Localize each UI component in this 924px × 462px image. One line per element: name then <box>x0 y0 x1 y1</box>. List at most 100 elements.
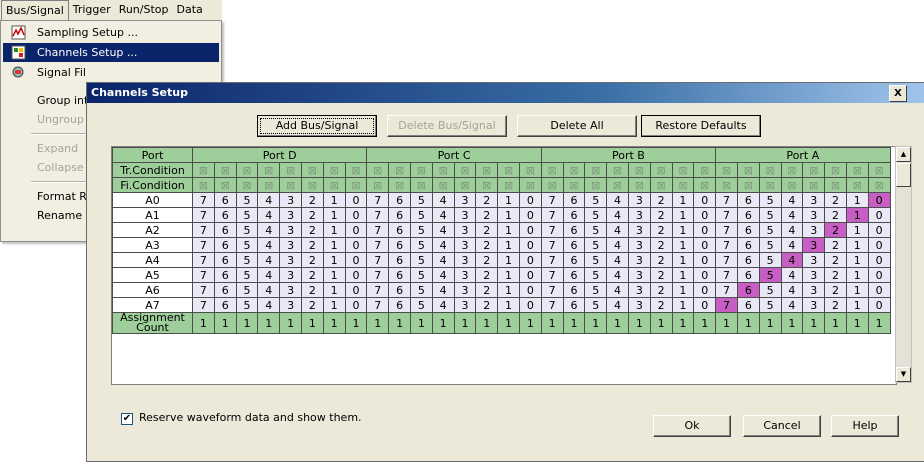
condition-cell[interactable]: ⊠ <box>453 177 477 193</box>
bit-cell[interactable]: 0 <box>693 282 717 298</box>
scroll-up-icon[interactable]: ▲ <box>896 147 911 162</box>
condition-cell[interactable]: ⊠ <box>300 177 324 193</box>
condition-cell[interactable]: ⊠ <box>192 177 215 193</box>
condition-cell[interactable]: ⊠ <box>693 177 717 193</box>
menu-run-stop[interactable]: Run/Stop <box>115 0 173 20</box>
condition-cell[interactable]: ⊠ <box>867 177 891 193</box>
ok-button[interactable]: Ok <box>653 415 731 437</box>
condition-cell[interactable]: ⊠ <box>366 177 390 193</box>
condition-cell[interactable]: ⊠ <box>192 162 215 178</box>
bit-cell[interactable]: 6 <box>562 237 586 253</box>
bit-cell[interactable]: 3 <box>802 207 826 223</box>
bit-cell[interactable]: 4 <box>780 297 804 313</box>
bit-cell[interactable]: 4 <box>431 222 455 238</box>
bit-cell[interactable]: 6 <box>736 267 760 283</box>
bit-cell[interactable]: 7 <box>366 297 390 313</box>
bit-cell[interactable]: 2 <box>300 192 324 208</box>
bit-cell[interactable]: 5 <box>235 237 259 253</box>
bit-cell[interactable]: 7 <box>540 207 564 223</box>
bit-cell[interactable]: 0 <box>693 222 717 238</box>
bit-cell[interactable]: 4 <box>257 252 281 268</box>
condition-cell[interactable]: ⊠ <box>213 177 237 193</box>
bit-cell[interactable]: 6 <box>736 297 760 313</box>
signal-name[interactable]: A5 <box>112 267 193 283</box>
bit-cell[interactable]: 0 <box>344 192 368 208</box>
bit-cell[interactable]: 4 <box>780 282 804 298</box>
bit-cell[interactable]: 5 <box>235 297 259 313</box>
bit-cell[interactable]: 6 <box>213 297 237 313</box>
bit-cell[interactable]: 6 <box>736 222 760 238</box>
condition-cell[interactable]: ⊠ <box>845 162 869 178</box>
bit-cell[interactable]: 5 <box>758 252 782 268</box>
bit-cell[interactable]: 1 <box>671 237 695 253</box>
condition-cell[interactable]: ⊠ <box>213 162 237 178</box>
bit-cell[interactable]: 4 <box>431 297 455 313</box>
condition-cell[interactable]: ⊠ <box>431 177 455 193</box>
bit-cell[interactable]: 1 <box>497 252 520 268</box>
bit-cell[interactable]: 2 <box>824 237 847 253</box>
delete-bus-signal-button[interactable]: Delete Bus/Signal <box>387 115 507 137</box>
bit-cell[interactable]: 6 <box>562 252 586 268</box>
bit-cell[interactable]: 6 <box>562 192 586 208</box>
bit-cell[interactable]: 4 <box>257 207 281 223</box>
bit-cell[interactable]: 0 <box>693 207 717 223</box>
condition-cell[interactable]: ⊠ <box>300 162 324 178</box>
bit-cell[interactable]: 0 <box>693 297 717 313</box>
bit-cell[interactable]: 3 <box>453 297 477 313</box>
condition-cell[interactable]: ⊠ <box>736 162 760 178</box>
bit-cell[interactable]: 4 <box>780 222 804 238</box>
bit-cell[interactable]: 2 <box>475 297 499 313</box>
bit-cell[interactable]: 3 <box>802 222 826 238</box>
bit-cell[interactable]: 6 <box>388 237 411 253</box>
condition-cell[interactable]: ⊠ <box>388 162 411 178</box>
condition-cell[interactable]: ⊠ <box>279 177 302 193</box>
bit-cell[interactable]: 0 <box>344 267 368 283</box>
bit-cell[interactable]: 7 <box>192 222 215 238</box>
bit-cell[interactable]: 7 <box>366 222 390 238</box>
condition-cell[interactable]: ⊠ <box>715 177 738 193</box>
bit-cell[interactable]: 7 <box>715 297 738 313</box>
bit-cell[interactable]: 1 <box>845 222 869 238</box>
bit-cell[interactable]: 7 <box>192 252 215 268</box>
menu-item-sampling-setup[interactable]: Sampling Setup ... <box>3 23 219 42</box>
bit-cell[interactable]: 0 <box>867 267 891 283</box>
bit-cell[interactable]: 0 <box>344 207 368 223</box>
reserve-waveform-checkbox[interactable]: ✔ <box>121 413 133 425</box>
bit-cell[interactable]: 6 <box>388 297 411 313</box>
bit-cell[interactable]: 4 <box>780 267 804 283</box>
channels-grid[interactable]: Port Port D Port C Port B Port A Tr.Condition… <box>111 146 897 385</box>
bit-cell[interactable]: 4 <box>780 252 804 268</box>
bit-cell[interactable]: 6 <box>213 222 237 238</box>
bit-cell[interactable]: 3 <box>279 297 302 313</box>
bit-cell[interactable]: 5 <box>235 192 259 208</box>
bit-cell[interactable]: 1 <box>671 192 695 208</box>
bit-cell[interactable]: 5 <box>758 237 782 253</box>
bit-cell[interactable]: 3 <box>627 297 651 313</box>
bit-cell[interactable]: 5 <box>409 207 433 223</box>
bit-cell[interactable]: 5 <box>584 297 608 313</box>
bit-cell[interactable]: 3 <box>627 222 651 238</box>
bit-cell[interactable]: 1 <box>322 207 346 223</box>
bit-cell[interactable]: 3 <box>627 282 651 298</box>
bit-cell[interactable]: 0 <box>867 207 891 223</box>
bit-cell[interactable]: 2 <box>475 222 499 238</box>
grid-scrollbar[interactable]: ▲ ▼ <box>895 146 912 383</box>
condition-cell[interactable]: ⊠ <box>802 177 826 193</box>
bit-cell[interactable]: 3 <box>802 252 826 268</box>
bit-cell[interactable]: 5 <box>584 237 608 253</box>
condition-cell[interactable]: ⊠ <box>627 162 651 178</box>
bit-cell[interactable]: 5 <box>758 267 782 283</box>
bit-cell[interactable]: 3 <box>627 207 651 223</box>
bit-cell[interactable]: 6 <box>736 192 760 208</box>
condition-cell[interactable]: ⊠ <box>693 162 717 178</box>
bit-cell[interactable]: 1 <box>497 267 520 283</box>
bit-cell[interactable]: 3 <box>627 267 651 283</box>
bit-cell[interactable]: 7 <box>366 237 390 253</box>
bit-cell[interactable]: 2 <box>824 267 847 283</box>
bit-cell[interactable]: 4 <box>257 267 281 283</box>
condition-cell[interactable]: ⊠ <box>257 162 281 178</box>
bit-cell[interactable]: 5 <box>235 222 259 238</box>
bit-cell[interactable]: 0 <box>518 282 542 298</box>
bit-cell[interactable]: 0 <box>867 192 891 208</box>
bit-cell[interactable]: 5 <box>584 252 608 268</box>
